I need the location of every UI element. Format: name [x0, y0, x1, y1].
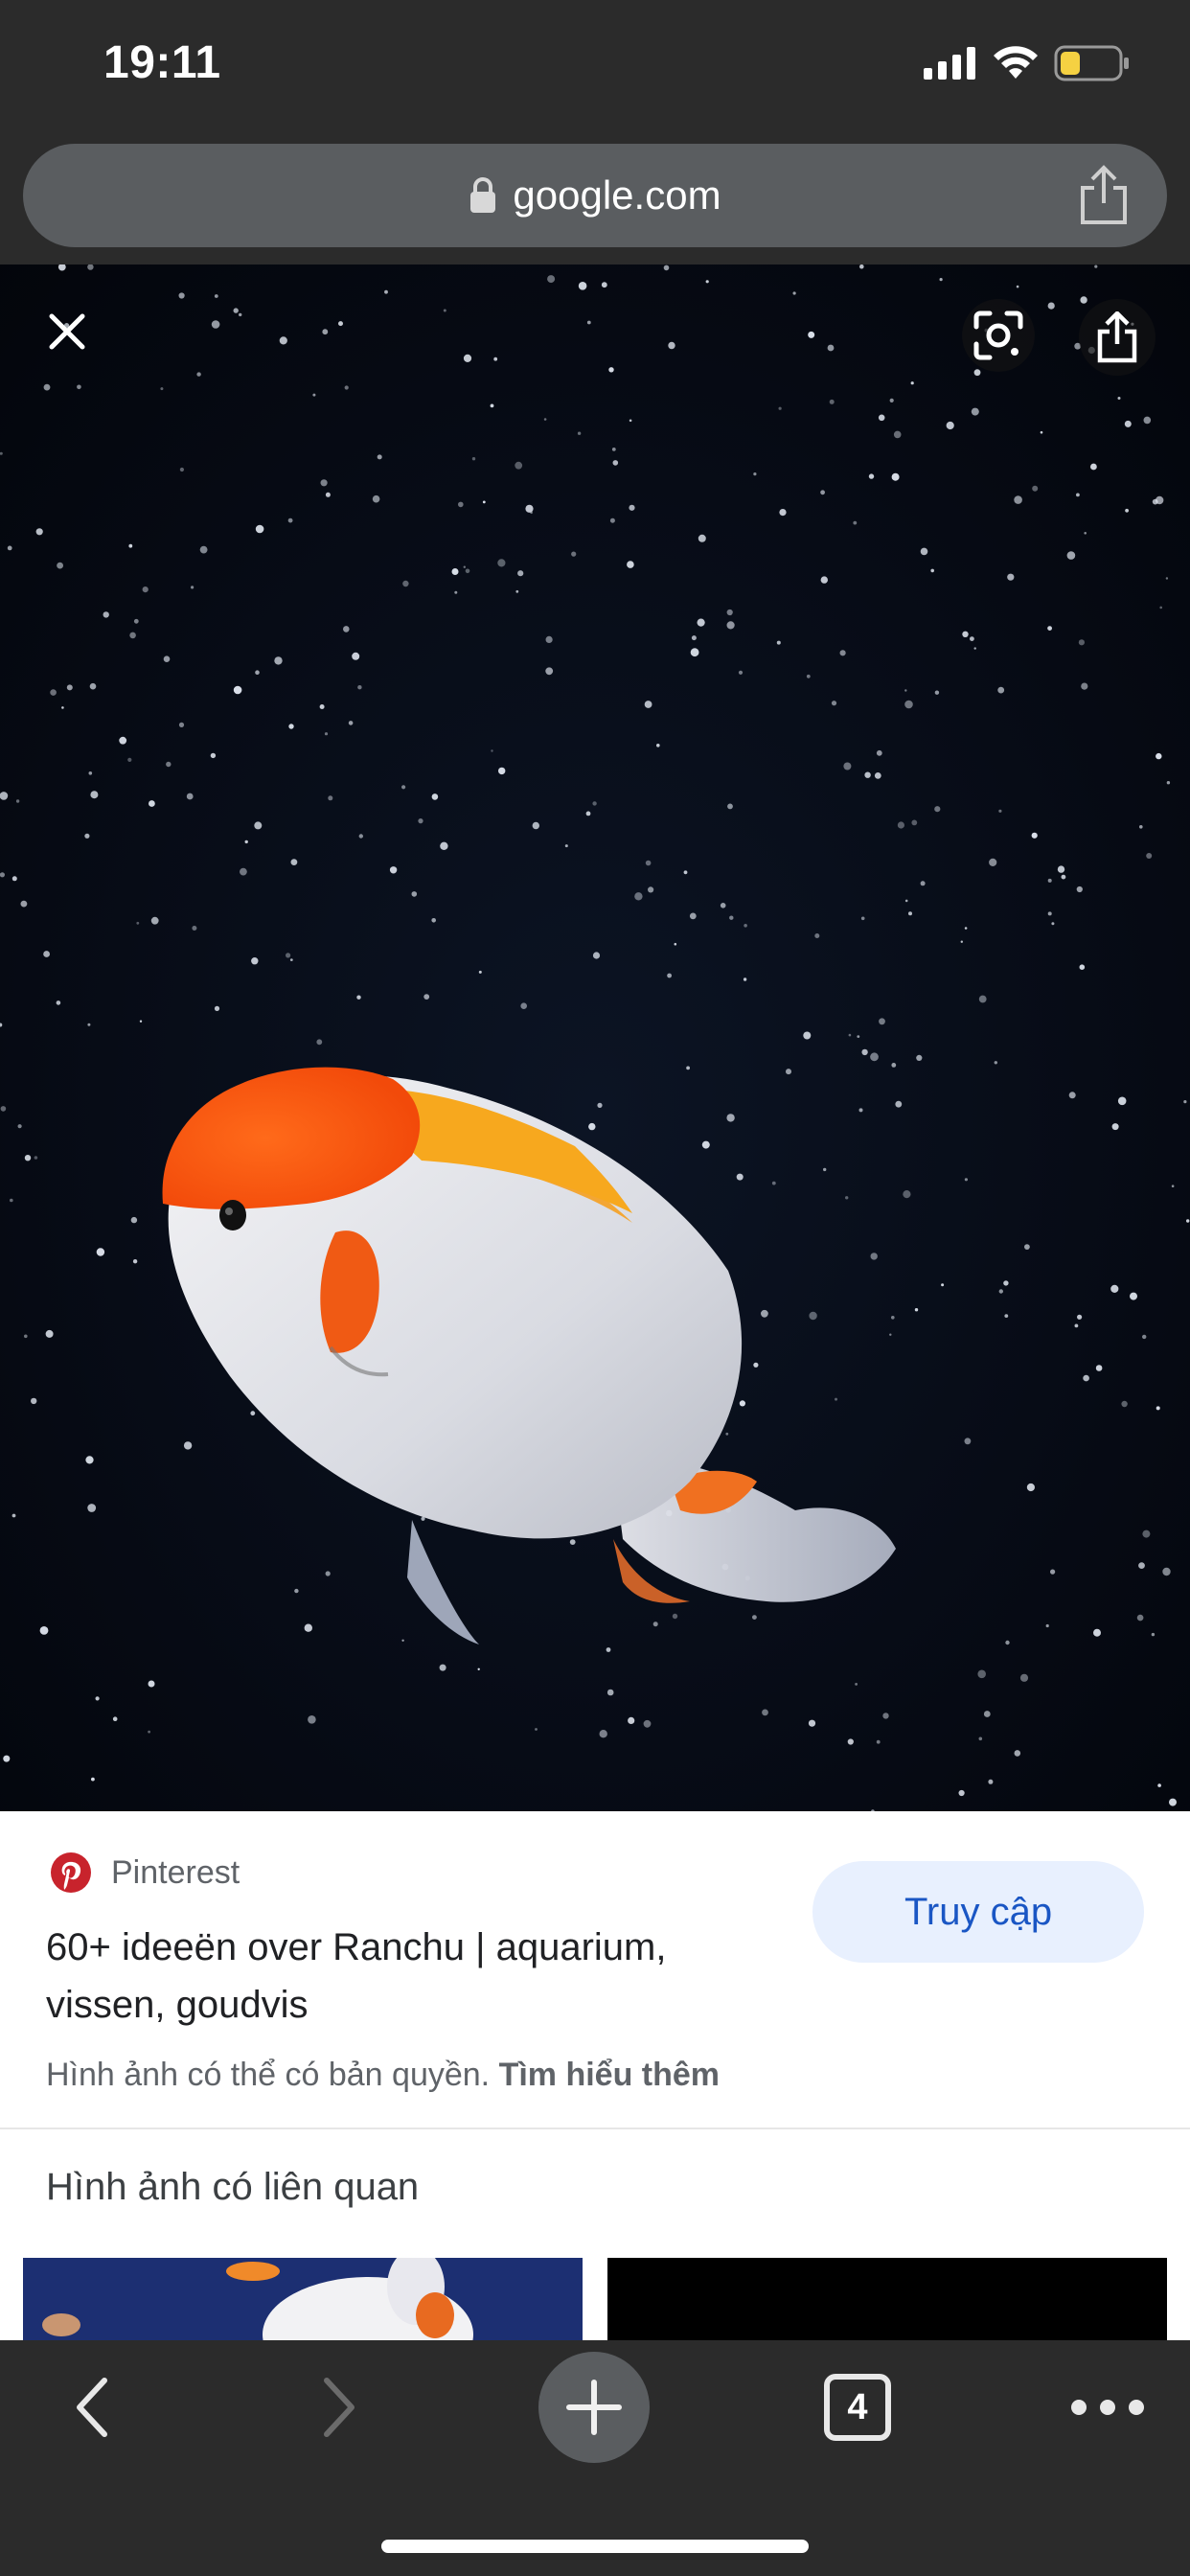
- back-button[interactable]: [38, 2340, 144, 2474]
- copyright-text: Hình ảnh có thể có bản quyền.: [46, 2057, 491, 2093]
- cellular-signal-icon: [924, 47, 975, 80]
- copyright-notice: Hình ảnh có thể có bản quyền. Tìm hiểu t…: [46, 2057, 720, 2094]
- battery-low-icon: [1054, 45, 1129, 81]
- related-heading: Hình ảnh có liên quan: [46, 2166, 420, 2208]
- goldfish-image: [0, 264, 1190, 1811]
- close-button[interactable]: [29, 293, 105, 370]
- source-row[interactable]: Pinterest: [50, 1852, 240, 1894]
- result-title[interactable]: 60+ ideeën over Ranchu | aquarium, visse…: [46, 1919, 755, 2034]
- tabs-icon: 4: [824, 2374, 891, 2441]
- new-tab-button[interactable]: [538, 2352, 650, 2463]
- back-icon: [77, 2378, 107, 2437]
- related-thumbnail[interactable]: [607, 2258, 1167, 2340]
- google-lens-icon: [973, 310, 1023, 360]
- more-button[interactable]: [1041, 2340, 1175, 2474]
- share-icon[interactable]: [1077, 165, 1131, 226]
- status-time: 19:11: [103, 37, 221, 88]
- related-images-section: Hình ảnh có liên quan: [0, 2129, 1190, 2340]
- result-info-panel: Pinterest 60+ ideeën over Ranchu | aquar…: [0, 1811, 1190, 2128]
- related-thumbnail[interactable]: [23, 2258, 583, 2340]
- visit-button[interactable]: Truy cập: [812, 1861, 1144, 1963]
- browser-screen: 19:11 google.com Pinterest 60+ ideeën ov…: [0, 0, 1190, 2576]
- home-indicator[interactable]: [381, 2540, 809, 2553]
- pinterest-icon: [51, 1852, 91, 1893]
- google-lens-button[interactable]: [962, 299, 1035, 372]
- tabs-button[interactable]: 4: [805, 2340, 910, 2474]
- status-icons: [924, 44, 1131, 82]
- share-icon: [1097, 311, 1137, 363]
- address-content: google.com: [23, 144, 1167, 247]
- tab-count: 4: [847, 2386, 868, 2427]
- new-tab-icon: [566, 2380, 622, 2435]
- source-name: Pinterest: [111, 1853, 240, 1891]
- address-bar[interactable]: google.com: [23, 144, 1167, 247]
- image-viewer[interactable]: [0, 264, 1190, 1811]
- lock-icon: [470, 177, 496, 213]
- learn-more-link[interactable]: Tìm hiểu thêm: [499, 2057, 720, 2093]
- status-bar: 19:11: [0, 0, 1190, 132]
- forward-button[interactable]: [287, 2340, 393, 2474]
- forward-icon: [324, 2378, 355, 2437]
- url-text: google.com: [513, 172, 721, 218]
- more-icon: [1071, 2400, 1144, 2415]
- close-icon: [49, 313, 85, 350]
- share-image-button[interactable]: [1079, 299, 1156, 376]
- related-goldfish-thumbnail-image: [23, 2258, 583, 2340]
- wifi-icon: [994, 46, 1038, 79]
